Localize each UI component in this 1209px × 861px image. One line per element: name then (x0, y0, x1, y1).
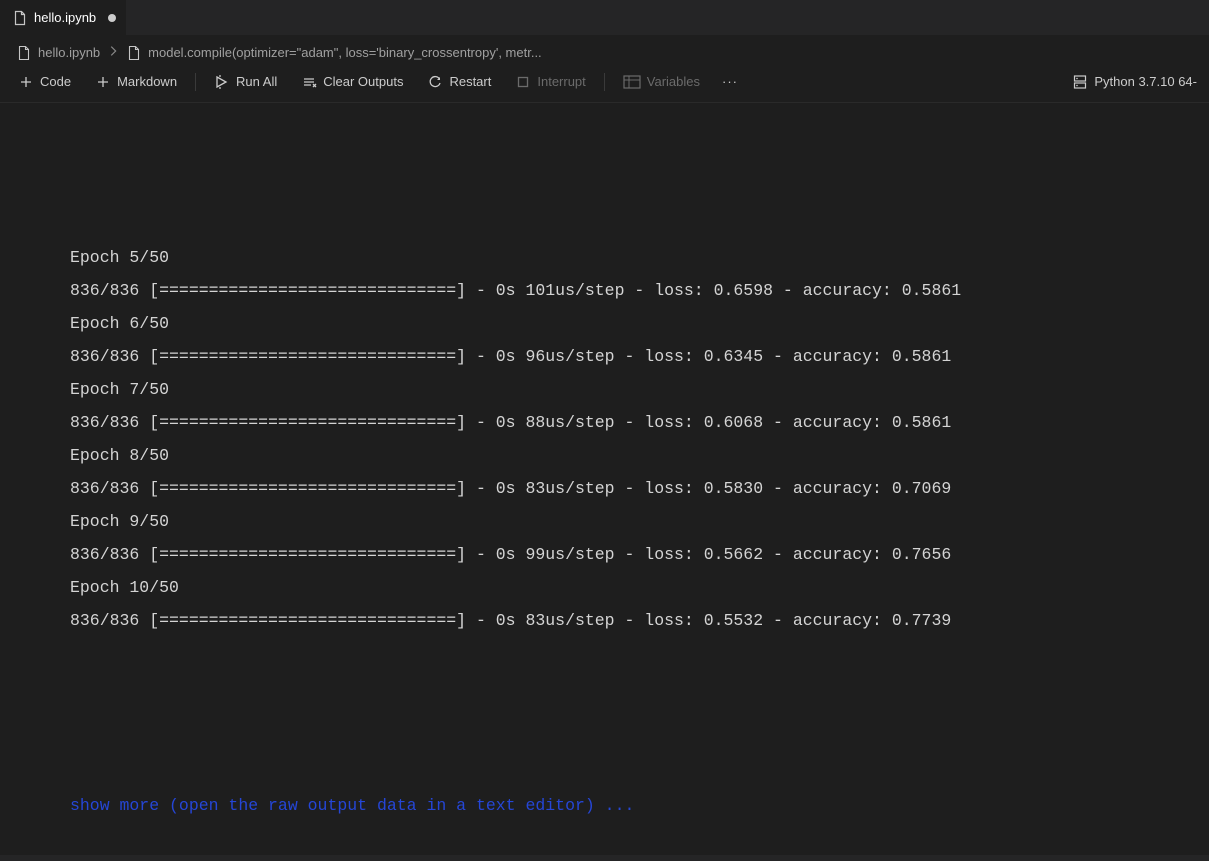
output-line: Epoch 5/50 (70, 241, 1209, 274)
output-line: 836/836 [==============================]… (70, 274, 1209, 307)
clear-outputs-button[interactable]: Clear Outputs (291, 72, 413, 92)
add-code-label: Code (40, 74, 71, 89)
variables-icon (623, 75, 641, 89)
clear-outputs-label: Clear Outputs (323, 74, 403, 89)
notebook-toolbar: Code Markdown Run All Clear Outputs Rest… (0, 65, 1209, 103)
output-line: 836/836 [==============================]… (70, 604, 1209, 637)
run-all-label: Run All (236, 74, 277, 89)
output-line: 836/836 [==============================]… (70, 406, 1209, 439)
status-strip (0, 855, 1209, 861)
plus-icon (95, 74, 111, 90)
variables-button[interactable]: Variables (613, 72, 710, 91)
kernel-picker[interactable]: Python 3.7.10 64- (1062, 72, 1197, 92)
server-icon (1072, 74, 1088, 90)
toolbar-more-button[interactable]: ··· (714, 74, 746, 89)
interrupt-icon (515, 74, 531, 90)
show-more-link[interactable]: show more (open the raw output data in a… (70, 789, 1209, 822)
output-line: Epoch 9/50 (70, 505, 1209, 538)
file-icon (16, 45, 32, 61)
editor-tab[interactable]: hello.ipynb (0, 0, 126, 35)
output-line: 836/836 [==============================]… (70, 538, 1209, 571)
plus-icon (18, 74, 34, 90)
variables-label: Variables (647, 74, 700, 89)
output-line: Epoch 7/50 (70, 373, 1209, 406)
toolbar-separator (604, 73, 605, 91)
breadcrumb-symbol[interactable]: model.compile(optimizer="adam", loss='bi… (126, 45, 542, 61)
kernel-label: Python 3.7.10 64- (1094, 74, 1197, 89)
run-all-button[interactable]: Run All (204, 72, 287, 92)
tab-filename: hello.ipynb (34, 10, 96, 25)
add-markdown-label: Markdown (117, 74, 177, 89)
interrupt-label: Interrupt (537, 74, 585, 89)
add-markdown-button[interactable]: Markdown (85, 72, 187, 92)
breadcrumb: hello.ipynb model.compile(optimizer="ada… (0, 36, 1209, 65)
add-code-button[interactable]: Code (8, 72, 81, 92)
chevron-right-icon (106, 44, 120, 61)
interrupt-button[interactable]: Interrupt (505, 72, 595, 92)
restart-icon (427, 74, 443, 90)
clear-outputs-icon (301, 74, 317, 90)
output-line: 836/836 [==============================]… (70, 340, 1209, 373)
restart-label: Restart (449, 74, 491, 89)
output-line: 836/836 [==============================]… (70, 472, 1209, 505)
breadcrumb-file-label: hello.ipynb (38, 45, 100, 60)
breadcrumb-symbol-label: model.compile(optimizer="adam", loss='bi… (148, 45, 542, 60)
tab-bar: hello.ipynb (0, 0, 1209, 36)
run-all-icon (214, 74, 230, 90)
output-line: 836/836 [==============================]… (70, 169, 1209, 175)
file-icon (12, 10, 28, 26)
output-line: Epoch 6/50 (70, 307, 1209, 340)
cell-output: 836/836 [==============================]… (0, 103, 1209, 844)
breadcrumb-file[interactable]: hello.ipynb (16, 45, 100, 61)
restart-button[interactable]: Restart (417, 72, 501, 92)
modified-indicator-icon (108, 14, 116, 22)
output-line: Epoch 10/50 (70, 571, 1209, 604)
output-line: Epoch 8/50 (70, 439, 1209, 472)
toolbar-separator (195, 73, 196, 91)
code-cell-icon (126, 45, 142, 61)
